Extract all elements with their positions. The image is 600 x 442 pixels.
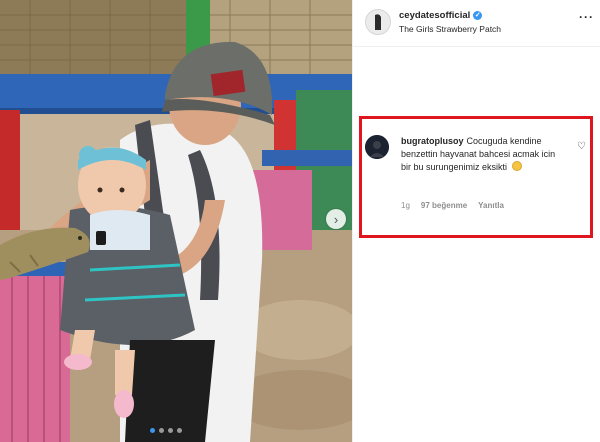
post-sidebar: ceydatesofficial ✓ The Girls Strawberry … [352, 0, 600, 442]
carousel-dot [177, 428, 182, 433]
owner-username[interactable]: ceydatesofficial [399, 10, 470, 21]
laughing-emoji-icon [511, 161, 522, 171]
post-photo[interactable]: › [0, 0, 352, 442]
header-divider [353, 46, 600, 47]
carousel-dot [159, 428, 164, 433]
comment-reply-button[interactable]: Yanıtla [478, 201, 504, 210]
owner-avatar[interactable] [365, 9, 391, 35]
more-horizontal-icon: ··· [579, 10, 594, 24]
carousel-dot [168, 428, 173, 433]
more-options-button[interactable]: ··· [579, 10, 594, 24]
comment-username[interactable]: bugratoplusoy [401, 136, 464, 146]
comment-age[interactable]: 1g [401, 201, 410, 210]
commenter-avatar[interactable] [365, 135, 389, 159]
chevron-right-icon: › [333, 211, 339, 227]
post-header: ceydatesofficial ✓ The Girls Strawberry … [353, 0, 600, 44]
carousel-next-button[interactable]: › [326, 209, 346, 229]
comment-likes-count[interactable]: 97 beğenme [421, 201, 467, 210]
heart-outline-icon: ♡ [577, 141, 586, 152]
comment-text-block: bugratoplusoy Cocuguda kendine benzettin … [401, 135, 565, 174]
carousel-indicator [150, 428, 182, 433]
photo-illustration [0, 0, 352, 442]
comment-like-button[interactable]: ♡ [577, 141, 586, 152]
post-location[interactable]: The Girls Strawberry Patch [399, 24, 501, 34]
carousel-dot [150, 428, 155, 433]
verified-badge-icon: ✓ [473, 11, 483, 20]
owner-name[interactable]: ceydatesofficial ✓ [399, 10, 483, 21]
comment-meta: 1g 97 beğenme Yanıtla [401, 201, 504, 210]
